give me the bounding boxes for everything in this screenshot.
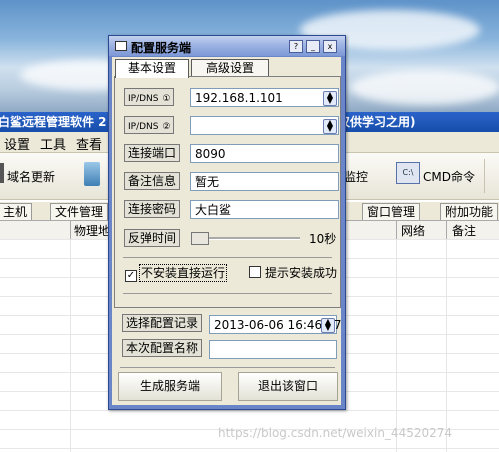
column-header-remark[interactable]: 备注 <box>452 222 476 239</box>
minimize-button[interactable]: _ <box>306 40 320 53</box>
grid-line <box>396 239 397 452</box>
dialog-title: 配置服务端 <box>131 41 192 55</box>
no-install-label: 不安装直接运行 <box>138 264 228 282</box>
column-divider <box>70 221 71 239</box>
ipdns2-label-num: ② <box>162 122 171 132</box>
toolbar-icon <box>84 162 100 186</box>
background-window-title-suffix: 仅供学习之用) <box>338 115 416 129</box>
bounce-time-slider[interactable] <box>191 232 300 245</box>
remark-label: 备注信息 <box>124 172 181 190</box>
tab-advanced-settings[interactable]: 高级设置 <box>191 59 269 77</box>
toolbar-divider <box>484 159 485 193</box>
column-divider <box>396 221 397 239</box>
ipdns1-label-text: IP/DNS <box>128 94 159 104</box>
checkbox-icon: ✓ <box>125 270 137 282</box>
help-button[interactable]: ? <box>289 40 303 53</box>
notify-install-checkbox[interactable]: 提示安装成功 <box>249 265 337 281</box>
bounce-time-label: 反弹时间 <box>124 229 181 247</box>
column-header-mac[interactable]: 物理地 <box>74 222 110 239</box>
cmd-button[interactable]: CMD命令 <box>423 168 475 185</box>
config-server-dialog: 配置服务端 ? _ x 基本设置 高级设置 IP/DNS ① 192.168.1… <box>108 35 346 410</box>
close-button[interactable]: x <box>323 40 337 53</box>
ipdns1-combobox[interactable]: 192.168.1.101 ▲ ▼ <box>190 88 339 107</box>
grid-line <box>70 239 71 452</box>
background-window-title: 白鲨远程管理软件 2 <box>0 115 107 129</box>
cmd-icon: C:\ <box>396 162 420 184</box>
column-header-network[interactable]: 网络 <box>401 222 425 239</box>
generate-server-button[interactable]: 生成服务端 <box>118 372 222 401</box>
column-divider <box>446 221 447 239</box>
tab-addons[interactable]: 附加功能 <box>440 203 499 220</box>
window-icon <box>115 41 127 51</box>
remark-input[interactable]: 暂无 <box>190 172 339 191</box>
config-name-input[interactable] <box>209 340 337 359</box>
tab-window-manager[interactable]: 窗口管理 <box>362 203 421 220</box>
config-name-label: 本次配置名称 <box>122 339 203 357</box>
divider <box>123 257 332 259</box>
dialog-titlebar[interactable]: 配置服务端 ? _ x <box>109 36 345 56</box>
menu-view[interactable]: 查看 <box>76 134 102 153</box>
ipdns1-value: 192.168.1.101 <box>195 91 283 105</box>
notify-install-label: 提示安装成功 <box>265 266 338 280</box>
basic-settings-panel: IP/DNS ① 192.168.1.101 ▲ ▼ IP/DNS ② ▲ ▼ 连接… <box>114 76 341 308</box>
spinner-icon[interactable]: ▲ ▼ <box>321 318 335 333</box>
watermark: https://blog.csdn.net/weixin_44520274 <box>218 426 453 440</box>
ipdns2-label-text: IP/DNS <box>128 122 159 132</box>
ipdns2-combobox[interactable]: ▲ ▼ <box>190 116 339 135</box>
menu-tools[interactable]: 工具 <box>40 134 66 153</box>
password-label: 连接密码 <box>124 200 181 218</box>
divider <box>120 367 335 369</box>
tab-basic-settings[interactable]: 基本设置 <box>115 59 189 78</box>
cloud <box>350 70 499 105</box>
spinner-icon[interactable]: ▲ ▼ <box>323 91 337 106</box>
ipdns2-label: IP/DNS ② <box>124 116 175 134</box>
checkbox-icon <box>249 266 261 278</box>
port-input[interactable]: 8090 <box>190 144 339 163</box>
ipdns1-label-num: ① <box>162 94 171 104</box>
bounce-time-value: 10秒 <box>309 232 337 246</box>
no-install-checkbox[interactable]: ✓ 不安装直接运行 <box>125 264 228 282</box>
select-config-label: 选择配置记录 <box>122 314 203 332</box>
domain-update-button[interactable]: 域名更新 <box>7 168 55 185</box>
menu-settings[interactable]: 设置 <box>4 134 30 153</box>
slider-thumb[interactable] <box>191 232 209 245</box>
toolbar-icon <box>0 163 4 183</box>
divider <box>123 293 332 295</box>
dialog-body: 基本设置 高级设置 IP/DNS ① 192.168.1.101 ▲ ▼ IP/D… <box>112 57 341 405</box>
port-label: 连接端口 <box>124 144 181 162</box>
grid-line <box>446 239 447 452</box>
exit-window-button[interactable]: 退出该窗口 <box>238 372 338 401</box>
ipdns1-label: IP/DNS ① <box>124 88 175 106</box>
spinner-icon[interactable]: ▲ ▼ <box>323 119 337 134</box>
tab-file-manager[interactable]: 文件管理 <box>50 203 109 220</box>
monitor-button[interactable]: 监控 <box>344 168 368 185</box>
password-input[interactable]: 大白鲨 <box>190 200 339 219</box>
tab-host[interactable]: 主机 <box>0 203 33 220</box>
config-record-select[interactable]: 2013-06-06 16:46:17 ▲ ▼ <box>209 315 341 334</box>
